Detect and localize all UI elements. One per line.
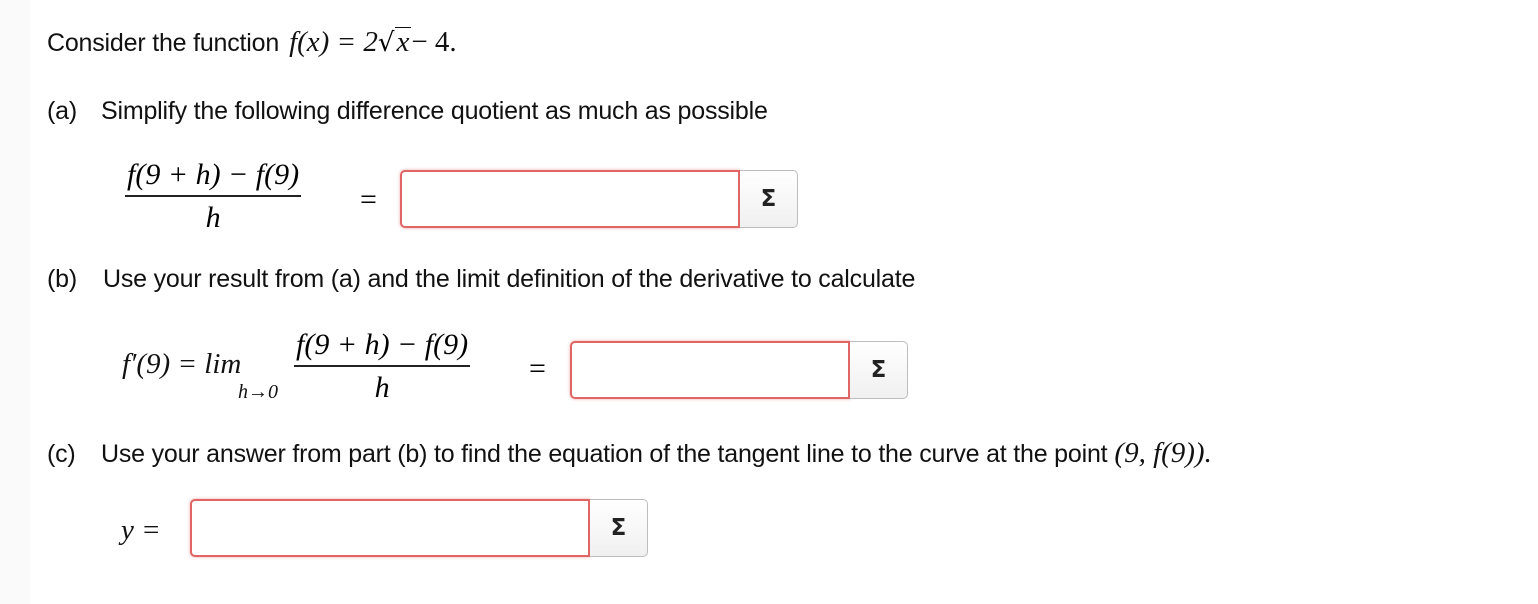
part-b-answer-input[interactable] bbox=[570, 341, 850, 399]
part-c-line: (c) Use your answer from part (b) to fin… bbox=[47, 437, 1212, 470]
function-radicand: x bbox=[395, 26, 412, 58]
intro-line: Consider the function f(x) = 2 √ x − 4. bbox=[47, 26, 457, 59]
part-a-answer-group: Σ bbox=[400, 170, 798, 228]
part-a-line: (a) Simplify the following difference qu… bbox=[47, 97, 768, 126]
part-a-instruction: Simplify the following difference quotie… bbox=[101, 97, 768, 125]
part-b-limit-subscript: h→0 bbox=[238, 381, 278, 403]
function-lhs: f(x) = 2 bbox=[289, 26, 378, 58]
part-a-sigma-button[interactable]: Σ bbox=[740, 170, 798, 228]
problem-page: Consider the function f(x) = 2 √ x − 4. (… bbox=[0, 0, 1538, 604]
part-b-numerator: f(9 + h) − f(9) bbox=[296, 328, 469, 361]
part-a-label: (a) bbox=[47, 97, 77, 125]
function-rest: − 4. bbox=[411, 26, 457, 58]
part-a-denominator: h bbox=[205, 201, 221, 234]
part-b-difference-quotient: f(9 + h) − f(9) h bbox=[294, 328, 471, 404]
part-b-answer-group: Σ bbox=[570, 341, 908, 399]
part-a-equals: = bbox=[360, 183, 377, 216]
part-a-difference-quotient: f(9 + h) − f(9) h bbox=[125, 158, 302, 234]
part-b-instruction: Use your result from (a) and the limit d… bbox=[103, 265, 916, 293]
part-b-sigma-button[interactable]: Σ bbox=[850, 341, 908, 399]
part-c-answer-input[interactable] bbox=[190, 499, 590, 557]
part-a-numerator: f(9 + h) − f(9) bbox=[127, 158, 300, 191]
sqrt-sign: √ bbox=[377, 28, 395, 58]
part-c-sigma-button[interactable]: Σ bbox=[590, 499, 648, 557]
part-b-denominator: h bbox=[374, 371, 390, 404]
part-c-label: (c) bbox=[47, 440, 76, 468]
part-c-answer-group: Σ bbox=[190, 499, 648, 557]
part-b-line: (b) Use your result from (a) and the lim… bbox=[47, 265, 915, 294]
part-b-label: (b) bbox=[47, 265, 77, 293]
part-c-y-equals: y = bbox=[121, 514, 161, 546]
part-c-instruction: Use your answer from part (b) to find th… bbox=[101, 440, 1108, 468]
part-c-point: (9, f(9)). bbox=[1114, 437, 1212, 469]
part-b-derivative-lhs: f′(9) = lim bbox=[122, 348, 242, 380]
left-gutter bbox=[0, 0, 30, 604]
part-a-answer-input[interactable] bbox=[400, 170, 740, 228]
intro-text: Consider the function bbox=[47, 29, 280, 57]
part-b-equals: = bbox=[529, 352, 546, 385]
